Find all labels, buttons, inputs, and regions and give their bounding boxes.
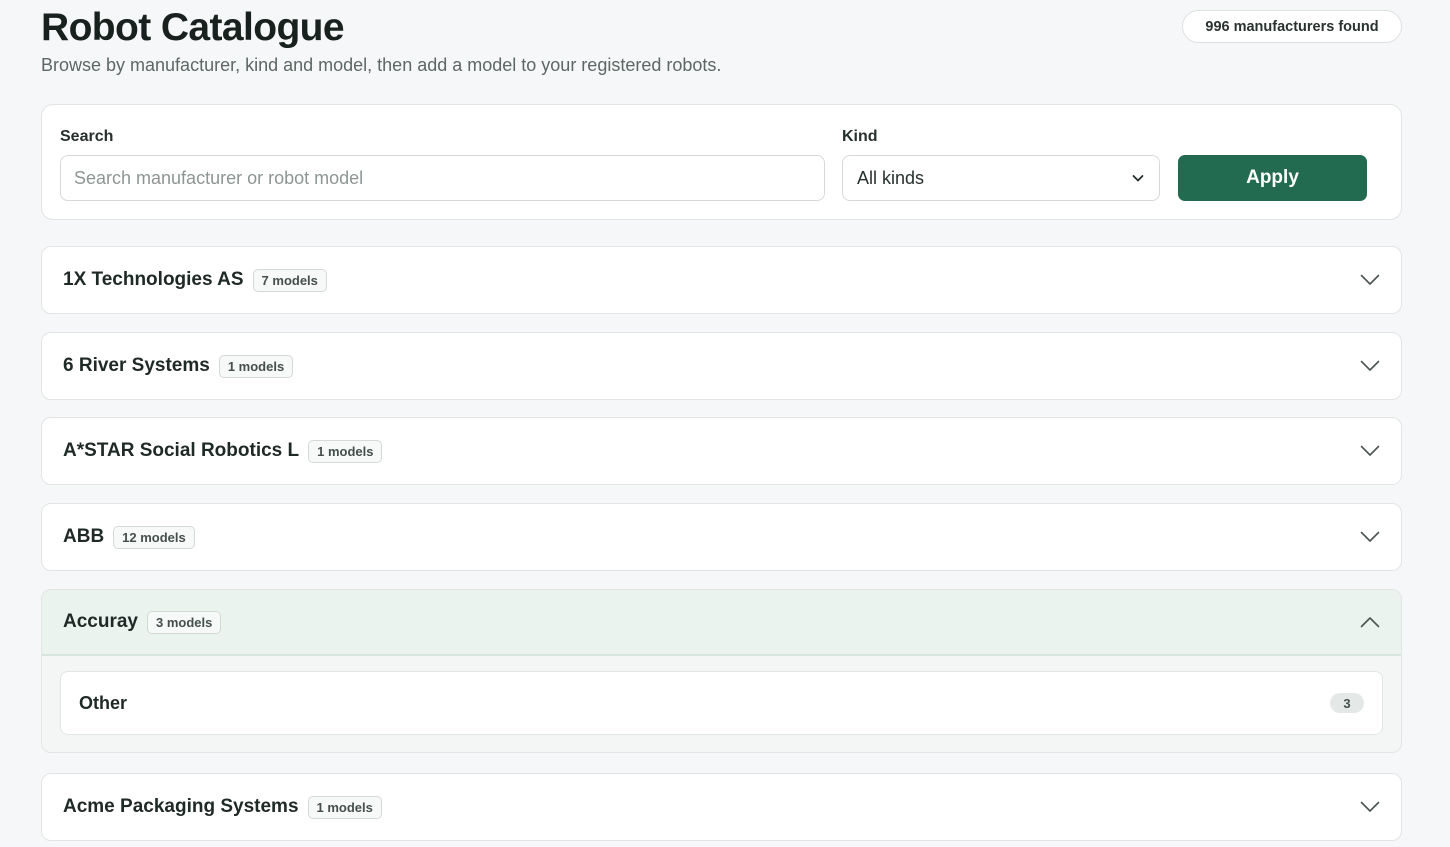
models-count-badge: 7 models <box>252 268 327 292</box>
page-title: Robot Catalogue <box>41 6 345 49</box>
search-label: Search <box>60 128 114 145</box>
kind-label: Kind <box>842 128 878 145</box>
manufacturer-name: Accuray <box>63 611 138 632</box>
chevron-down-icon <box>1360 274 1380 285</box>
kind-group-row[interactable]: Other 3 <box>60 671 1383 735</box>
manufacturer-count-badge: 996 manufacturers found <box>1182 10 1402 43</box>
manufacturer-card: Acme Packaging Systems 1 models <box>41 773 1402 841</box>
manufacturer-name: 1X Technologies AS <box>63 269 244 290</box>
manufacturer-name: ABB <box>63 526 105 547</box>
chevron-down-icon <box>1360 360 1380 371</box>
manufacturer-name: 6 River Systems <box>63 355 210 376</box>
search-input[interactable] <box>60 155 825 201</box>
manufacturer-card-expanded: Accuray 3 models Other 3 <box>41 589 1402 753</box>
kind-select-value: All kinds <box>857 167 925 188</box>
filter-panel: Search Kind All kinds Apply <box>41 104 1402 220</box>
chevron-up-icon <box>1360 617 1380 628</box>
manufacturer-header[interactable]: Accuray 3 models <box>42 590 1401 656</box>
robot-catalogue-page: Robot Catalogue Browse by manufacturer, … <box>0 0 1450 847</box>
manufacturer-header[interactable]: 1X Technologies AS 7 models <box>42 247 1401 313</box>
models-count-badge: 1 models <box>218 354 294 378</box>
manufacturer-header[interactable]: 6 River Systems 1 models <box>42 333 1401 399</box>
models-count-badge: 3 models <box>147 610 222 634</box>
kind-select[interactable]: All kinds <box>842 155 1160 201</box>
page-subtitle: Browse by manufacturer, kind and model, … <box>41 55 722 75</box>
models-count-badge: 12 models <box>113 525 195 549</box>
chevron-down-icon <box>1132 175 1144 182</box>
chevron-down-icon <box>1360 801 1380 812</box>
manufacturer-card: 1X Technologies AS 7 models <box>41 246 1402 314</box>
manufacturer-header[interactable]: A*STAR Social Robotics L 1 models <box>42 418 1401 484</box>
manufacturer-card: A*STAR Social Robotics L 1 models <box>41 417 1402 485</box>
manufacturer-header[interactable]: ABB 12 models <box>42 504 1401 570</box>
models-count-badge: 1 models <box>308 439 383 463</box>
manufacturer-name: Acme Packaging Systems <box>63 796 299 817</box>
apply-button[interactable]: Apply <box>1178 155 1367 201</box>
chevron-down-icon <box>1360 531 1380 542</box>
manufacturer-header[interactable]: Acme Packaging Systems 1 models <box>42 774 1401 840</box>
models-count-badge: 1 models <box>307 795 382 819</box>
manufacturer-card: 6 River Systems 1 models <box>41 332 1402 400</box>
chevron-down-icon <box>1360 445 1380 456</box>
manufacturer-card: ABB 12 models <box>41 503 1402 571</box>
kind-count-badge: 3 <box>1330 693 1364 713</box>
manufacturer-name: A*STAR Social Robotics L <box>63 440 300 461</box>
kind-group-name: Other <box>79 692 128 713</box>
